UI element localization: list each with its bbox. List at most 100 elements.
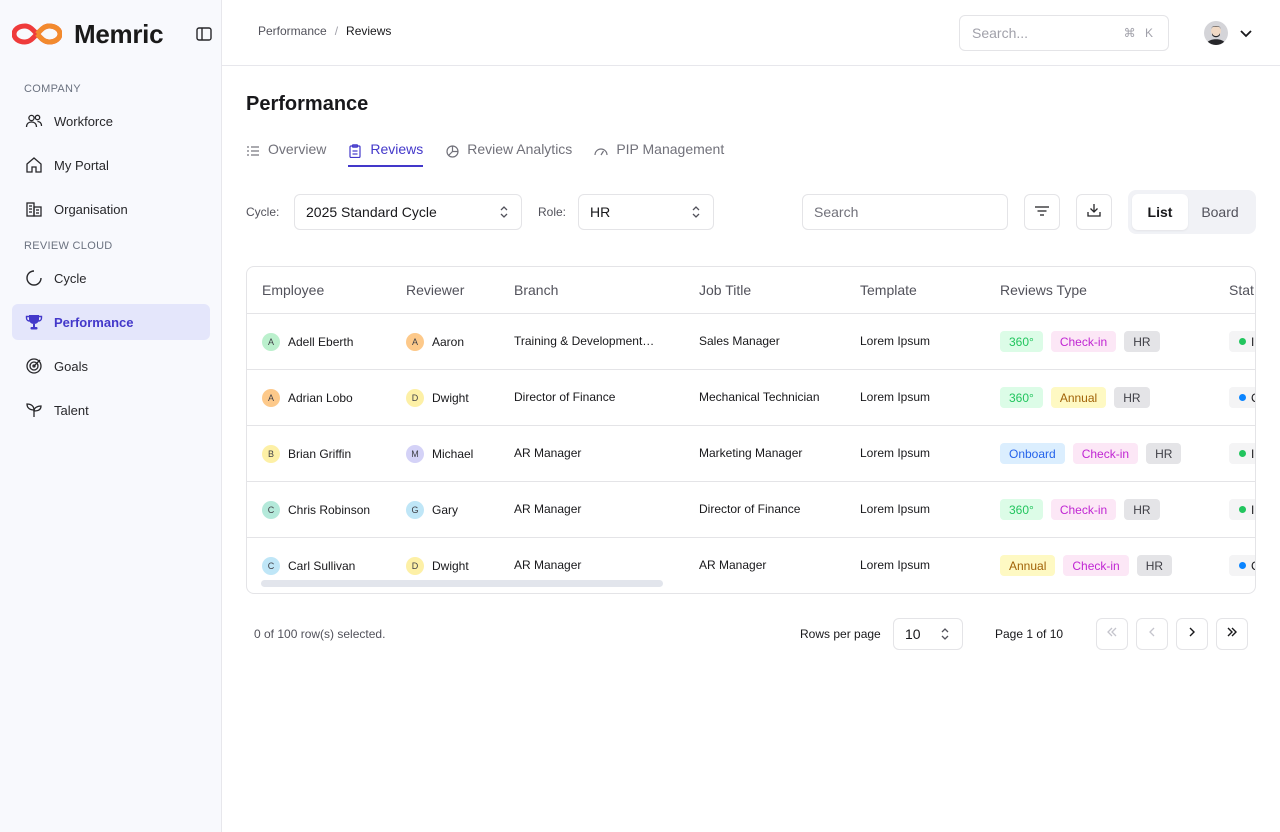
- table-row[interactable]: A Adell Eberth A Aaron Training & Developmen…: [247, 314, 1255, 370]
- status-badge: I: [1229, 331, 1255, 352]
- sidebar-toggle-icon[interactable]: [194, 24, 214, 44]
- table-row[interactable]: A Adrian Lobo D Dwight Director of Finance Me…: [247, 370, 1255, 426]
- global-search-input[interactable]: Search... ⌘ K: [959, 15, 1169, 51]
- role-select[interactable]: HR: [578, 194, 714, 230]
- employee-name: Carl Sullivan: [288, 559, 356, 573]
- employee-cell: B Brian Griffin: [262, 445, 351, 463]
- clipboard-icon: [348, 144, 362, 158]
- breadcrumb-separator: /: [334, 24, 339, 38]
- reviewer-cell: M Michael: [406, 445, 473, 463]
- table-row[interactable]: C Chris Robinson G Gary AR Manager Director o…: [247, 482, 1255, 538]
- sidebar-item-label: My Portal: [54, 157, 109, 173]
- horizontal-scrollbar[interactable]: [261, 580, 663, 587]
- reviews-type-cell: 360° Check-in HR: [1000, 331, 1168, 352]
- sidebar-item-label: Organisation: [54, 201, 128, 217]
- chevrons-left-icon: [1106, 625, 1118, 643]
- sidebar-item-label: Workforce: [54, 113, 113, 129]
- employee-initial: C: [262, 557, 280, 575]
- reviewer-initial: G: [406, 501, 424, 519]
- status-badge: I: [1229, 499, 1255, 520]
- chevron-down-icon[interactable]: [1238, 25, 1254, 41]
- topbar: Performance / Reviews Search... ⌘ K: [222, 0, 1280, 66]
- building-icon: [24, 199, 44, 219]
- cycle-select[interactable]: 2025 Standard Cycle: [294, 194, 522, 230]
- review-type-badge: 360°: [1000, 331, 1043, 352]
- column-header-reviews-type[interactable]: Reviews Type: [1000, 282, 1087, 298]
- review-type-badge: HR: [1124, 499, 1160, 520]
- branch-cell: Director of Finance: [514, 390, 616, 404]
- reviewer-name: Gary: [432, 503, 459, 517]
- reviews-type-cell: 360° Check-in HR: [1000, 499, 1168, 520]
- job-title-cell: Mechanical Technician: [699, 390, 820, 404]
- sidebar-item-talent[interactable]: Talent: [12, 392, 210, 428]
- table-search-input[interactable]: [802, 194, 1008, 230]
- column-header-reviewer[interactable]: Reviewer: [406, 282, 464, 298]
- sidebar-item-cycle[interactable]: Cycle: [12, 260, 210, 296]
- template-cell: Lorem Ipsum: [860, 446, 931, 460]
- template-cell: Lorem Ipsum: [860, 558, 931, 572]
- chevron-up-down-icon: [690, 205, 702, 219]
- filter-button[interactable]: [1024, 194, 1060, 230]
- rows-per-page-label: Rows per page: [800, 627, 881, 641]
- rows-per-page-select[interactable]: 10: [893, 618, 963, 650]
- reviews-table: Employee Reviewer Branch Job Title Templ…: [246, 266, 1256, 594]
- tab-review-analytics[interactable]: Review Analytics: [445, 141, 572, 167]
- column-header-employee[interactable]: Employee: [262, 282, 324, 298]
- sidebar-item-organisation[interactable]: Organisation: [12, 191, 210, 227]
- job-title-cell: Sales Manager: [699, 334, 780, 348]
- template-cell: Lorem Ipsum: [860, 390, 931, 404]
- search-shortcut: ⌘ K: [1123, 26, 1156, 40]
- role-select-value: HR: [590, 204, 611, 220]
- avatar[interactable]: [1204, 21, 1228, 45]
- review-type-badge: Check-in: [1072, 443, 1139, 464]
- previous-page-button[interactable]: [1136, 618, 1168, 650]
- column-header-job-title[interactable]: Job Title: [699, 282, 751, 298]
- column-header-branch[interactable]: Branch: [514, 282, 558, 298]
- column-header-template[interactable]: Template: [860, 282, 917, 298]
- sidebar-item-my-portal[interactable]: My Portal: [12, 147, 210, 183]
- breadcrumb-item-performance[interactable]: Performance: [258, 24, 327, 38]
- table-row[interactable]: B Brian Griffin M Michael AR Manager Marketin…: [247, 426, 1255, 482]
- status-badge: C: [1229, 555, 1255, 576]
- employee-initial: B: [262, 445, 280, 463]
- branch-cell: AR Manager: [514, 446, 582, 460]
- status-dot: [1239, 506, 1246, 513]
- logo[interactable]: Memric: [12, 18, 214, 50]
- tab-pip-management[interactable]: PIP Management: [594, 141, 724, 167]
- chevron-right-icon: [1186, 625, 1198, 643]
- next-page-button[interactable]: [1176, 618, 1208, 650]
- view-list-button[interactable]: List: [1132, 194, 1188, 230]
- review-type-badge: Check-in: [1063, 555, 1129, 576]
- reviewer-cell: G Gary: [406, 501, 458, 519]
- tab-label: Overview: [268, 141, 327, 157]
- download-button[interactable]: [1076, 194, 1112, 230]
- review-type-badge: 360°: [1000, 499, 1043, 520]
- tab-reviews[interactable]: Reviews: [348, 141, 424, 167]
- view-board-button[interactable]: Board: [1188, 194, 1252, 230]
- sidebar-item-label: Performance: [54, 314, 134, 330]
- last-page-button[interactable]: [1216, 618, 1248, 650]
- sidebar-item-goals[interactable]: Goals: [12, 348, 210, 384]
- sidebar: Memric COMPANY Workforce My Portal Organ…: [0, 0, 222, 832]
- reviewer-name: Dwight: [432, 391, 469, 405]
- sidebar-item-label: Cycle: [54, 270, 87, 286]
- page-info: Page 1 of 10: [995, 627, 1064, 641]
- chevron-up-down-icon: [939, 627, 951, 641]
- review-type-badge: HR: [1124, 331, 1160, 352]
- sidebar-item-workforce[interactable]: Workforce: [12, 103, 210, 139]
- sprout-icon: [24, 400, 44, 420]
- status-dot: [1239, 562, 1246, 569]
- employee-name: Chris Robinson: [288, 503, 371, 517]
- employee-initial: A: [262, 389, 280, 407]
- reviewer-initial: A: [406, 333, 424, 351]
- trophy-icon: [24, 312, 44, 332]
- column-header-status[interactable]: Stat: [1229, 282, 1254, 298]
- selection-count: 0 of 100 row(s) selected.: [254, 627, 386, 641]
- chevrons-right-icon: [1226, 625, 1238, 643]
- review-type-badge: Annual: [1050, 387, 1107, 408]
- employee-name: Adell Eberth: [288, 335, 354, 349]
- sidebar-item-performance[interactable]: Performance: [12, 304, 210, 340]
- first-page-button[interactable]: [1096, 618, 1128, 650]
- status-dot: [1239, 338, 1246, 345]
- tab-overview[interactable]: Overview: [246, 141, 326, 167]
